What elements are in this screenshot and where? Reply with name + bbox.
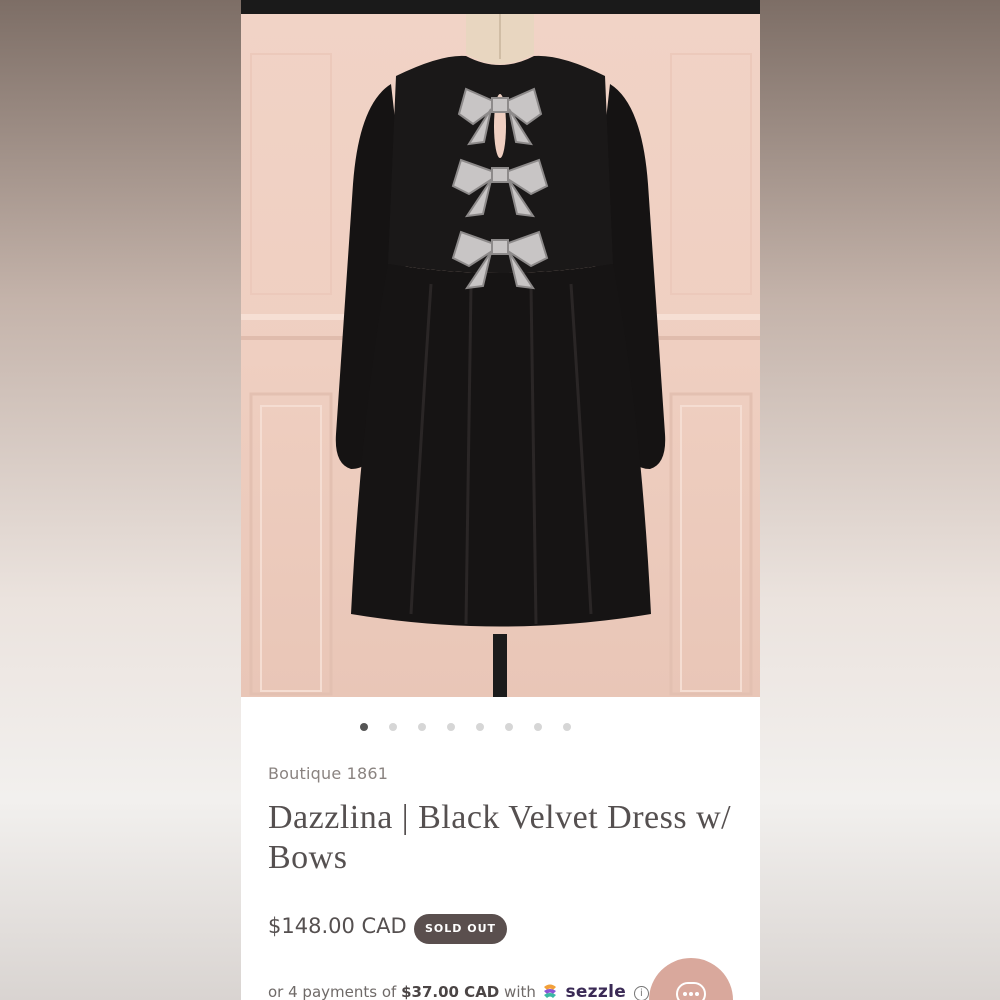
carousel-dot[interactable] — [447, 723, 455, 731]
product-image[interactable] — [241, 14, 760, 697]
chat-button[interactable] — [649, 958, 733, 1000]
dress-illustration — [241, 14, 760, 697]
brand-name[interactable]: Boutique 1861 — [268, 764, 388, 783]
carousel-dot[interactable] — [505, 723, 513, 731]
installment-amount: $37.00 CAD — [401, 983, 500, 1000]
carousel-dot[interactable] — [360, 723, 368, 731]
carousel-dot[interactable] — [389, 723, 397, 731]
installments-prefix: or 4 payments of — [268, 983, 397, 1000]
sezzle-logo-icon — [543, 984, 556, 998]
status-bar — [241, 0, 760, 14]
carousel-dot[interactable] — [534, 723, 542, 731]
carousel-dots — [241, 723, 760, 735]
carousel-dot[interactable] — [563, 723, 571, 731]
carousel-dot[interactable] — [476, 723, 484, 731]
info-icon[interactable]: i — [633, 986, 649, 1000]
blurred-backdrop-right — [760, 0, 1000, 1000]
carousel-dot[interactable] — [418, 723, 426, 731]
installments-with: with — [504, 983, 536, 1000]
blurred-backdrop-left — [0, 0, 241, 1000]
sold-out-badge: SOLD OUT — [414, 914, 508, 944]
chat-bubble-icon — [676, 982, 706, 1000]
product-title: Dazzlina | Black Velvet Dress w/ Bows — [268, 799, 732, 876]
sezzle-wordmark: sezzle — [565, 982, 627, 1000]
product-price: $148.00 CAD — [268, 914, 407, 938]
sezzle-installments: or 4 payments of $37.00 CAD with sezzle … — [268, 982, 649, 1000]
phone-screen: Boutique 1861 Dazzlina | Black Velvet Dr… — [241, 0, 760, 1000]
